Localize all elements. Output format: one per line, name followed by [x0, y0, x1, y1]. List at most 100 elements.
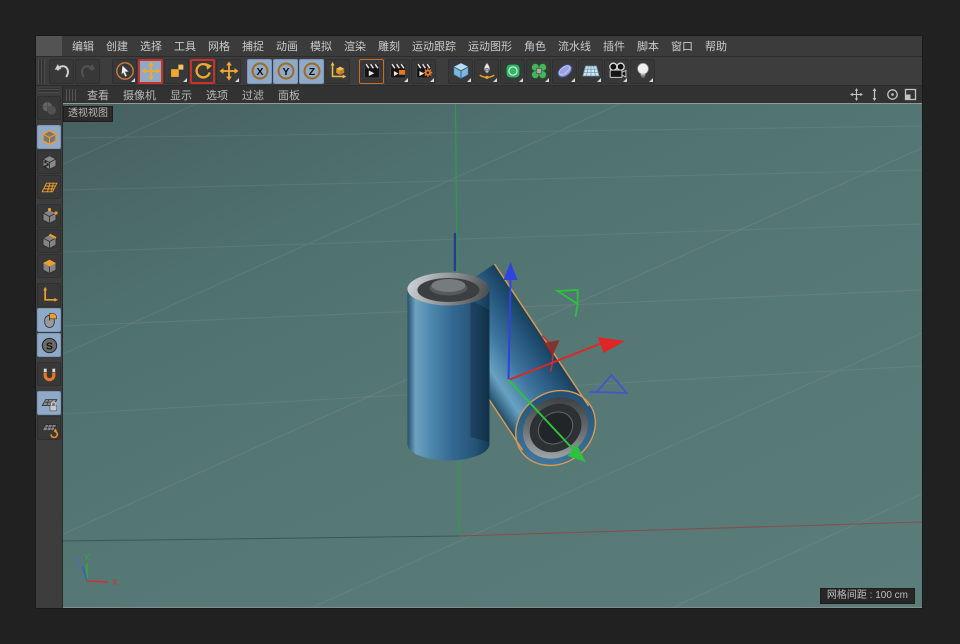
menubar-item-5[interactable]: 捕捉: [236, 38, 270, 54]
toolbar-grip-handle[interactable]: [38, 59, 45, 83]
toggle-view-icon[interactable]: [903, 88, 917, 102]
lock-y-axis[interactable]: Y: [273, 59, 298, 84]
flyout-indicator: [183, 78, 187, 82]
polygons-mode-button[interactable]: [37, 254, 61, 278]
viewport-menu-bar: 查看摄像机显示选项过滤面板: [63, 86, 922, 103]
move-tool[interactable]: [138, 59, 163, 84]
menubar-item-12[interactable]: 角色: [518, 38, 552, 54]
viewport-corner-tools: [849, 88, 922, 102]
edges-mode-button[interactable]: [37, 229, 61, 253]
flyout-indicator: [235, 78, 239, 82]
undo-button[interactable]: [49, 59, 74, 84]
menubar-item-16[interactable]: 窗口: [665, 38, 699, 54]
menubar-item-2[interactable]: 选择: [134, 38, 168, 54]
magnet-snap-button[interactable]: [37, 362, 61, 386]
viewport-menu-item-4[interactable]: 过滤: [235, 87, 271, 103]
app-logo: [36, 36, 62, 56]
svg-text:Y: Y: [282, 67, 289, 78]
lock-z-axis[interactable]: Z: [299, 59, 324, 84]
flyout-indicator: [430, 78, 434, 82]
menu-bar-items: 编辑创建选择工具网格捕捉动画模拟渲染雕刻运动跟踪运动图形角色流水线插件脚本窗口帮…: [66, 38, 733, 54]
viewport-solo-button[interactable]: [37, 308, 61, 332]
svg-text:Z: Z: [308, 67, 315, 78]
workplane-lock-button[interactable]: [37, 391, 61, 415]
lock-x-axis[interactable]: X: [247, 59, 272, 84]
menubar-item-17[interactable]: 帮助: [699, 38, 733, 54]
menubar-item-15[interactable]: 脚本: [631, 38, 665, 54]
workplane-rotate-button[interactable]: [37, 416, 61, 440]
menubar-item-9[interactable]: 雕刻: [372, 38, 406, 54]
rotate-tool[interactable]: [190, 59, 215, 84]
menubar-item-11[interactable]: 运动图形: [462, 38, 518, 54]
texture-mode-button[interactable]: [37, 150, 61, 174]
menubar-item-0[interactable]: 编辑: [66, 38, 100, 54]
viewport-menu-item-3[interactable]: 选项: [199, 87, 235, 103]
world-x-negative-line: [63, 536, 459, 541]
add-light-button[interactable]: [630, 59, 655, 84]
flyout-indicator: [131, 78, 135, 82]
add-environment-button[interactable]: [578, 59, 603, 84]
flyout-indicator: [649, 78, 653, 82]
upright-cylinder[interactable]: [407, 273, 489, 461]
viewport-menu-item-0[interactable]: 查看: [80, 87, 116, 103]
world-x-axis-line: [459, 522, 922, 536]
menubar-item-10[interactable]: 运动跟踪: [406, 38, 462, 54]
flyout-indicator: [623, 78, 627, 82]
viewport-grip-handle[interactable]: [66, 89, 76, 101]
enable-snap-button[interactable]: S: [37, 333, 61, 357]
add-camera-button[interactable]: [604, 59, 629, 84]
redo-button[interactable]: [75, 59, 100, 84]
gizmo-z-arrow: [504, 262, 518, 280]
recent-tool[interactable]: [216, 59, 241, 84]
render-picture-viewer-button[interactable]: [385, 59, 410, 84]
coordinate-system-toggle[interactable]: [325, 59, 350, 84]
menubar-item-4[interactable]: 网格: [202, 38, 236, 54]
menubar-item-7[interactable]: 模拟: [304, 38, 338, 54]
render-settings-button[interactable]: [411, 59, 436, 84]
menubar-item-3[interactable]: 工具: [168, 38, 202, 54]
menubar-item-13[interactable]: 流水线: [552, 38, 597, 54]
app-window: 编辑创建选择工具网格捕捉动画模拟渲染雕刻运动跟踪运动图形角色流水线插件脚本窗口帮…: [36, 36, 922, 608]
scene-3d[interactable]: Y Z X: [63, 104, 922, 607]
sidebar-grip-handle[interactable]: [39, 88, 59, 93]
toolbar-gap: [351, 59, 358, 84]
add-generator-button[interactable]: [500, 59, 525, 84]
add-spline-button[interactable]: [474, 59, 499, 84]
axis-indicator: Y Z X: [75, 553, 118, 587]
gizmo-x-arrow: [598, 337, 625, 353]
rotate-view-icon[interactable]: [885, 88, 899, 102]
render-view-button[interactable]: [359, 59, 384, 84]
enable-axis-button[interactable]: [37, 283, 61, 307]
add-primitive-button[interactable]: [448, 59, 473, 84]
menu-bar: 编辑创建选择工具网格捕捉动画模拟渲染雕刻运动跟踪运动图形角色流水线插件脚本窗口帮…: [36, 36, 922, 57]
main-toolbar: XY Z: [36, 57, 922, 86]
menubar-item-1[interactable]: 创建: [100, 38, 134, 54]
main-toolbar-buttons: XY Z: [49, 59, 655, 84]
add-deformer-button[interactable]: [526, 59, 551, 84]
viewport-menu-item-1[interactable]: 摄像机: [116, 87, 163, 103]
flyout-indicator: [467, 78, 471, 82]
workplane-mode-button[interactable]: [37, 175, 61, 199]
model-mode-button[interactable]: [37, 125, 61, 149]
axis-z-label: Z: [75, 558, 80, 567]
grid-spacing-badge: 网格间距 : 100 cm: [820, 588, 915, 604]
menubar-item-6[interactable]: 动画: [270, 38, 304, 54]
svg-text:S: S: [46, 341, 53, 352]
add-field-button[interactable]: [552, 59, 577, 84]
scale-tool[interactable]: [164, 59, 189, 84]
make-editable-button[interactable]: [37, 96, 61, 120]
zoom-view-icon[interactable]: [867, 88, 881, 102]
viewport-menu-item-2[interactable]: 显示: [163, 87, 199, 103]
menubar-item-14[interactable]: 插件: [597, 38, 631, 54]
viewport-menu-items: 查看摄像机显示选项过滤面板: [80, 87, 307, 103]
view-label-tab[interactable]: 透视视图: [63, 106, 113, 122]
viewport-canvas[interactable]: Y Z X 透视视图 网格间距 : 100 cm: [63, 103, 922, 608]
live-selection-tool[interactable]: [112, 59, 137, 84]
points-mode-button[interactable]: [37, 204, 61, 228]
flyout-indicator: [571, 78, 575, 82]
viewport-menu-item-5[interactable]: 面板: [271, 87, 307, 103]
menubar-item-8[interactable]: 渲染: [338, 38, 372, 54]
left-mode-toolbar: S: [36, 86, 63, 608]
pan-view-icon[interactable]: [849, 88, 863, 102]
flyout-indicator: [519, 78, 523, 82]
